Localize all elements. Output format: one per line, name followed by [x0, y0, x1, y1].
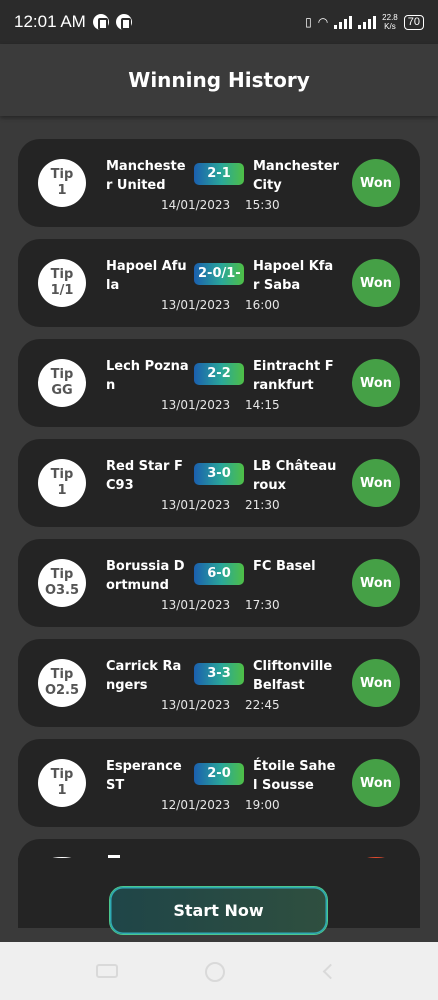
score-badge: 3-0: [194, 463, 244, 485]
match-time: 19:00: [245, 798, 280, 812]
home-team: Carrick Rangers: [106, 659, 182, 693]
status-time: 12:01 AM: [14, 12, 86, 31]
away-team: Étoile Sahel Sousse: [253, 759, 336, 793]
home-team: Red Star FC93: [106, 459, 183, 493]
tip-badge: Tip 1: [38, 459, 86, 507]
match-date: 14/01/2023: [161, 198, 231, 212]
tip-badge: Tip 1/1: [38, 259, 86, 307]
match-time: 22:45: [245, 698, 280, 712]
tip-value: O2.5: [44, 683, 80, 698]
match-card[interactable]: Tip O3.5 Borussia Dortmund 6-0 FC Basel …: [18, 539, 420, 627]
match-date: 13/01/2023: [161, 398, 231, 412]
network-speed-unit: K/s: [384, 22, 396, 31]
home-icon[interactable]: [205, 962, 225, 982]
network-speed-value: 22.8: [382, 13, 398, 22]
match-date: 12/01/2023: [161, 798, 231, 812]
score-badge: 2-0: [194, 763, 244, 785]
tip-label: Tip: [50, 667, 74, 682]
back-icon[interactable]: [322, 964, 334, 978]
wifi-icon: ◠: [317, 15, 329, 29]
tip-label: Tip: [50, 367, 74, 382]
match-time: 14:15: [245, 398, 280, 412]
tip-value: 1/1: [50, 283, 74, 298]
notification-app-icon: [92, 14, 109, 30]
match-card[interactable]: Tip O2.5 Carrick Rangers 3-3 Cliftonvill…: [18, 639, 420, 727]
tip-badge: Tip O2.5: [38, 659, 86, 707]
score-badge: 2-1: [194, 163, 244, 185]
start-now-button[interactable]: Start Now: [109, 886, 328, 935]
result-badge: Won: [352, 259, 400, 307]
match-card[interactable]: Tip 1/1 Hapoel Afula 2-0/1- Hapoel Kfar …: [18, 239, 420, 327]
match-card[interactable]: Tip 1 Manchester United 2-1 Manchester C…: [18, 139, 420, 227]
result-badge: Won: [352, 759, 400, 807]
page-title: Winning History: [128, 68, 310, 92]
battery-icon: 70: [403, 14, 424, 30]
match-time: 17:30: [245, 598, 280, 612]
notification-app-icon: [115, 14, 132, 30]
away-team: Hapoel Kfar Saba: [253, 259, 334, 293]
match-date: 13/01/2023: [161, 298, 231, 312]
result-badge: Won: [352, 559, 400, 607]
home-team: Lech Poznan: [106, 359, 189, 393]
away-team: Eintracht Frankfurt: [253, 359, 334, 393]
status-bar: 12:01 AM ▯ ◠ 22.8 K/s 70: [0, 0, 438, 44]
match-card[interactable]: Tip 1 Esperance ST 2-0 Étoile Sahel Sous…: [18, 739, 420, 827]
tip-value: 1: [57, 783, 67, 798]
system-nav-bar: [0, 942, 438, 1000]
result-badge: Won: [352, 359, 400, 407]
tip-label: Tip: [50, 467, 74, 482]
match-card[interactable]: Tip GG Lech Poznan 2-2 Eintracht Frankfu…: [18, 339, 420, 427]
tip-badge: Tip GG: [38, 359, 86, 407]
match-time: 21:30: [245, 498, 280, 512]
tip-label: Tip: [50, 767, 74, 782]
network-speed: 22.8 K/s: [382, 13, 398, 31]
tip-value: O3.5: [44, 583, 80, 598]
result-badge: Won: [352, 459, 400, 507]
battery-level: 70: [407, 15, 420, 28]
match-time: 15:30: [245, 198, 280, 212]
recent-apps-icon[interactable]: [96, 964, 118, 978]
tip-value: 1: [57, 483, 67, 498]
tip-badge: Tip O3.5: [38, 559, 86, 607]
home-team: Borussia Dortmund: [106, 559, 185, 593]
result-badge: Won: [352, 159, 400, 207]
result-badge: Won: [352, 659, 400, 707]
vibrate-icon: ▯: [305, 15, 312, 29]
tip-badge: Tip 1: [38, 159, 86, 207]
tip-label: Tip: [50, 167, 74, 182]
score-badge: 6-0: [194, 563, 244, 585]
tip-label: Tip: [50, 567, 74, 582]
match-date: 13/01/2023: [161, 598, 231, 612]
app-header: Winning History: [0, 44, 438, 116]
match-time: 16:00: [245, 298, 280, 312]
away-team: LB Château roux: [253, 459, 337, 493]
score-badge: 2-2: [194, 363, 244, 385]
away-team: Manchester City: [253, 159, 339, 193]
tip-value: GG: [51, 383, 73, 398]
tip-badge: Tip 1: [38, 759, 86, 807]
away-team: Cliftonville Belfast: [253, 659, 333, 693]
score-badge: 2-0/1-: [194, 263, 244, 285]
tip-value: 1: [57, 183, 67, 198]
tip-label: Tip: [50, 267, 74, 282]
signal-icon: [334, 15, 353, 29]
home-team: Manchester United: [106, 159, 186, 193]
match-date: 13/01/2023: [161, 498, 231, 512]
match-card[interactable]: Tip 1 Red Star FC93 3-0 LB Château roux …: [18, 439, 420, 527]
status-indicators: ▯ ◠ 22.8 K/s 70: [305, 13, 424, 31]
away-team: FC Basel: [253, 559, 316, 574]
match-date: 13/01/2023: [161, 698, 231, 712]
score-badge: 3-3: [194, 663, 244, 685]
home-team: Hapoel Afula: [106, 259, 187, 293]
signal-icon: [358, 15, 377, 29]
home-team: Esperance ST: [106, 759, 182, 793]
